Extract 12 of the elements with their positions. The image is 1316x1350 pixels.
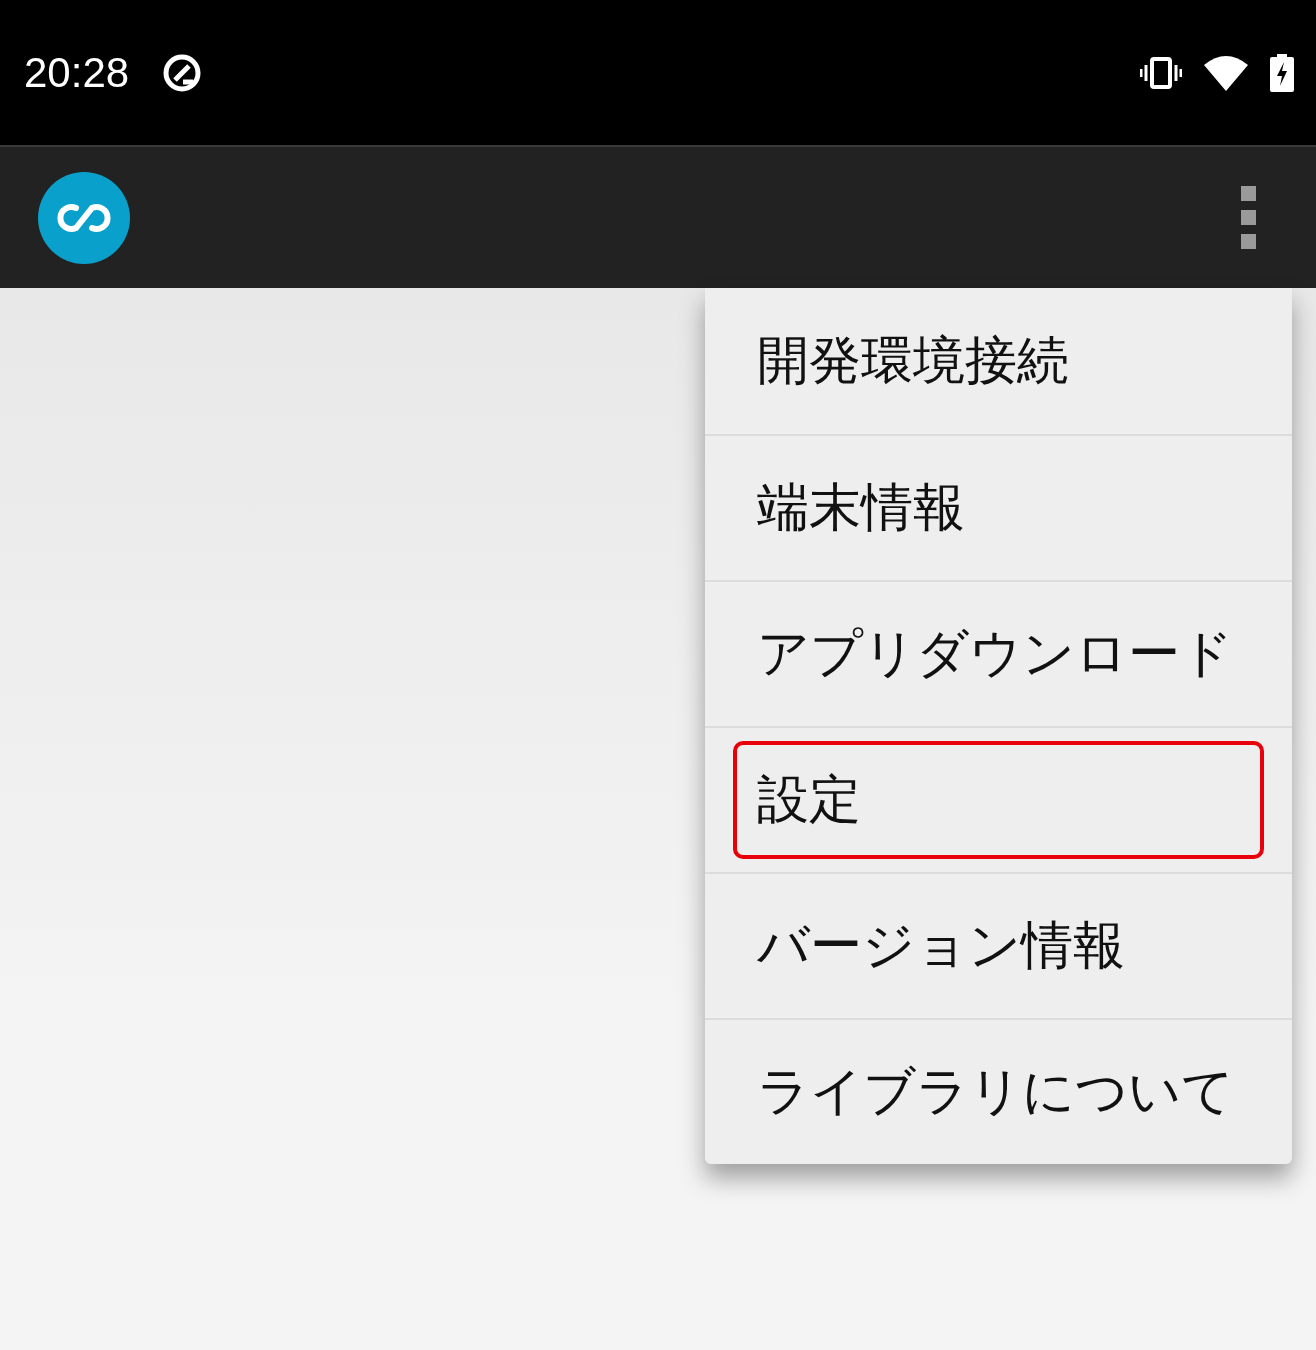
menu-item[interactable]: 設定 — [733, 741, 1264, 859]
menu-item[interactable]: アプリダウンロード — [733, 595, 1264, 713]
battery-charging-icon — [1270, 53, 1294, 92]
overflow-menu-button[interactable] — [1241, 186, 1256, 249]
app-logo-icon — [38, 171, 130, 264]
wifi-icon — [1204, 54, 1248, 91]
menu-item[interactable]: バージョン情報 — [733, 887, 1264, 1005]
menu-item[interactable]: 開発環境接続 — [733, 302, 1264, 420]
menu-item[interactable]: 端末情報 — [733, 449, 1264, 567]
status-time: 20:28 — [24, 48, 130, 97]
vibrate-icon — [1140, 56, 1182, 89]
menu-item[interactable]: ライブラリについて — [733, 1033, 1264, 1151]
